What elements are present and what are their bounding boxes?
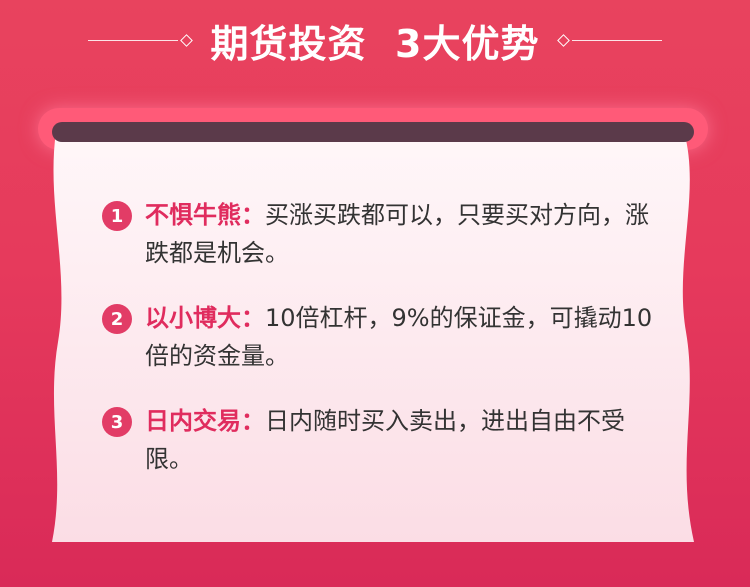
advantage-text: 日内交易：日内随时买入卖出，进出自由不受限。: [145, 402, 662, 478]
divider-line: [572, 39, 663, 41]
advantage-label: 不惧牛熊：: [145, 201, 265, 229]
number-badge: 2: [102, 304, 132, 334]
advantage-label: 以小博大：: [145, 304, 265, 332]
list-item: 2 以小博大：10倍杠杆，9%的保证金，可撬动10倍的资金量。: [102, 299, 662, 375]
left-decoration: [87, 33, 195, 47]
right-decoration: [555, 33, 663, 47]
number-badge: 1: [102, 201, 132, 231]
diamond-icon: [179, 33, 193, 47]
list-item: 1 不惧牛熊：买涨买跌都可以，只要买对方向，涨跌都是机会。: [102, 196, 662, 272]
header: 期货投资 3大优势: [0, 0, 750, 80]
divider-line: [87, 39, 178, 41]
number-badge: 3: [102, 407, 132, 437]
advantage-text: 不惧牛熊：买涨买跌都可以，只要买对方向，涨跌都是机会。: [145, 196, 662, 272]
scroll-roller: [52, 122, 694, 142]
list-item: 3 日内交易：日内随时买入卖出，进出自由不受限。: [102, 402, 662, 478]
advantages-list: 1 不惧牛熊：买涨买跌都可以，只要买对方向，涨跌都是机会。 2 以小博大：10倍…: [102, 196, 662, 505]
page-title: 期货投资 3大优势: [210, 21, 540, 66]
diamond-icon: [557, 33, 571, 47]
advantage-text: 以小博大：10倍杠杆，9%的保证金，可撬动10倍的资金量。: [145, 299, 662, 375]
advantage-label: 日内交易：: [145, 407, 265, 435]
